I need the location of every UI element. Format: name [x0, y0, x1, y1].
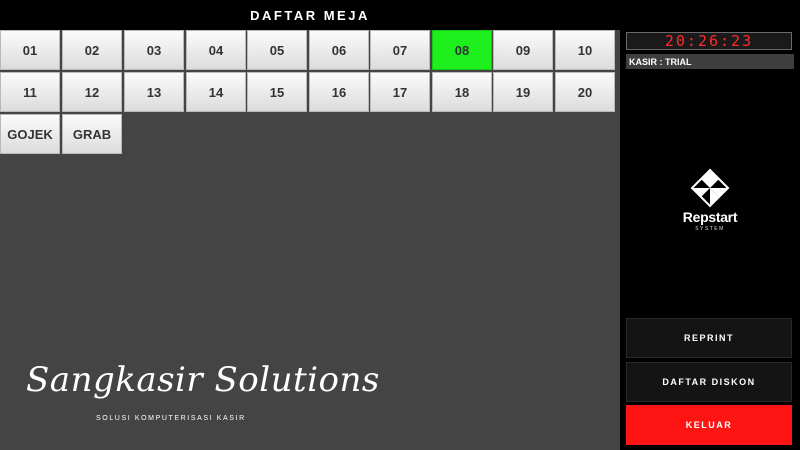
- table-button-02[interactable]: 02: [62, 30, 122, 70]
- table-button-04[interactable]: 04: [186, 30, 246, 70]
- table-button-15[interactable]: 15: [247, 72, 307, 112]
- table-button-06[interactable]: 06: [309, 30, 369, 70]
- table-button-20[interactable]: 20: [555, 72, 615, 112]
- logo-subtitle: SYSTEM: [695, 226, 725, 232]
- table-button-01[interactable]: 01: [0, 30, 60, 70]
- table-grid-area: 01 02 03 04 05 06 07 08 09 10 11 12 13 14 15 16 17 18 19 20…: [0, 30, 620, 450]
- cashier-label: KASIR : TRIAL: [626, 54, 794, 69]
- repstart-logo-icon: [690, 168, 730, 208]
- table-button-07[interactable]: 07: [370, 30, 430, 70]
- table-button-09[interactable]: 09: [493, 30, 553, 70]
- reprint-button[interactable]: REPRINT: [626, 318, 792, 358]
- table-button-grab[interactable]: GRAB: [62, 114, 122, 154]
- brand-name: Sangkasir Solutions: [26, 360, 380, 400]
- table-button-12[interactable]: 12: [62, 72, 122, 112]
- table-button-11[interactable]: 11: [0, 72, 60, 112]
- exit-button[interactable]: KELUAR: [626, 405, 792, 445]
- page-title: DAFTAR MEJA: [250, 7, 370, 23]
- table-button-08[interactable]: 08: [432, 30, 492, 70]
- table-button-18[interactable]: 18: [432, 72, 492, 112]
- page-title-bar: DAFTAR MEJA: [0, 0, 620, 30]
- right-sidebar: 20:26:23 KASIR : TRIAL Repstart SYSTEM R…: [620, 0, 800, 450]
- table-button-13[interactable]: 13: [124, 72, 184, 112]
- clock-display: 20:26:23: [626, 32, 792, 50]
- table-button-05[interactable]: 05: [247, 30, 307, 70]
- logo-name: Repstart: [682, 209, 738, 225]
- table-button-16[interactable]: 16: [309, 72, 369, 112]
- table-button-10[interactable]: 10: [555, 30, 615, 70]
- table-button-14[interactable]: 14: [186, 72, 246, 112]
- discount-list-button[interactable]: DAFTAR DISKON: [626, 362, 792, 402]
- table-button-03[interactable]: 03: [124, 30, 184, 70]
- table-button-17[interactable]: 17: [370, 72, 430, 112]
- repstart-logo: Repstart SYSTEM: [670, 168, 750, 238]
- table-button-gojek[interactable]: GOJEK: [0, 114, 60, 154]
- brand-watermark: Sangkasir Solutions SOLUSI KOMPUTERISASI…: [22, 360, 379, 440]
- table-button-19[interactable]: 19: [493, 72, 553, 112]
- brand-tagline: SOLUSI KOMPUTERISASI KASIR: [96, 415, 246, 422]
